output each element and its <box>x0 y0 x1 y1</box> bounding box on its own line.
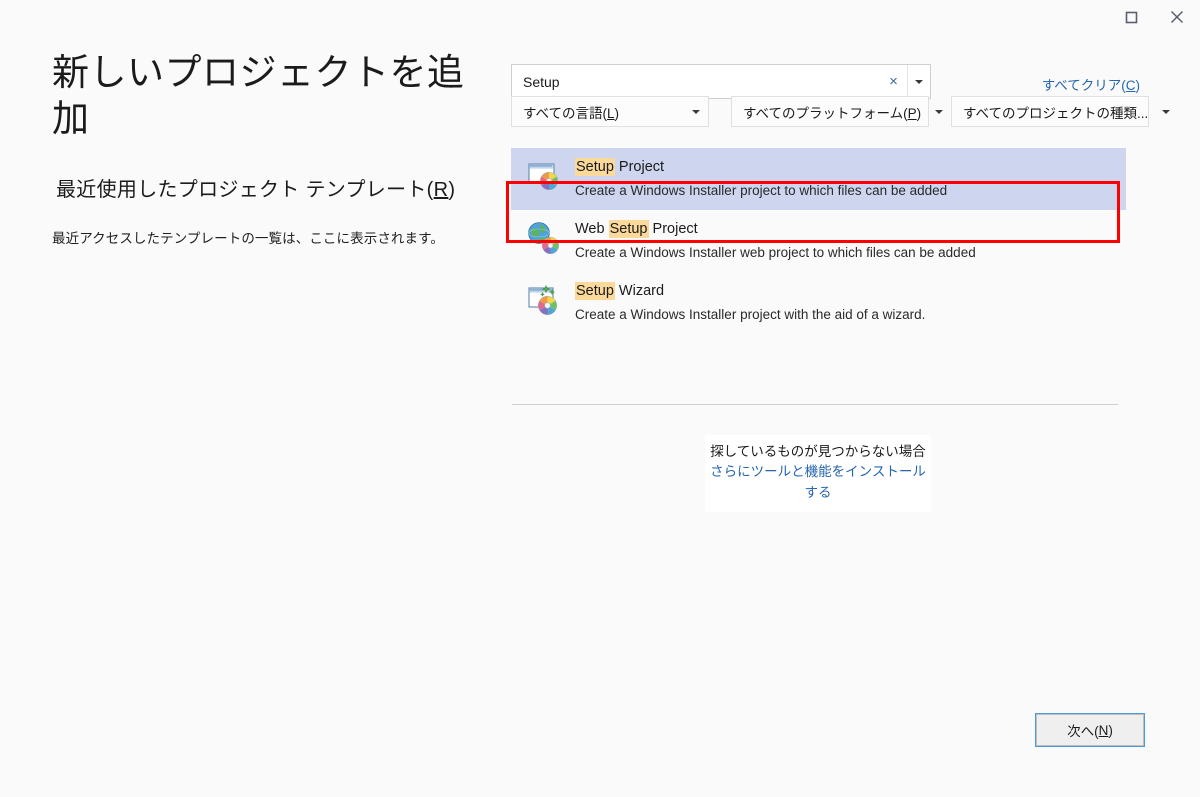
template-item-setup-wizard[interactable]: Setup Wizard Create a Windows Installer … <box>511 272 1126 334</box>
filter-project-type-label: すべてのプロジェクトの種類... <box>963 105 1149 121</box>
recent-templates-empty-message: 最近アクセスしたテンプレートの一覧は、ここに表示されます。 <box>52 230 444 246</box>
filter-language-tail: ) <box>614 105 620 121</box>
filter-language-text: すべての言語( <box>523 105 608 121</box>
recent-templates-heading-tail: ) <box>448 178 456 201</box>
filter-platform-dropdown[interactable]: すべてのプラットフォーム(P) <box>731 96 944 127</box>
template-text: Setup Wizard Create a Windows Installer … <box>575 281 925 324</box>
template-name-post: Project <box>614 159 665 175</box>
search-box[interactable]: × <box>511 64 931 99</box>
next-button-text: 次へ( <box>1067 724 1099 739</box>
help-title: 探しているものが見つからない場合 <box>710 444 926 459</box>
template-description: Create a Windows Installer web project t… <box>575 244 976 260</box>
filter-platform-tail: ) <box>916 105 922 121</box>
clear-all-link[interactable]: すべてクリア(C) <box>1042 74 1140 94</box>
right-pane: × すべてクリア(C) すべての言語(L) すべてのプラットフォーム(P) すべ… <box>500 34 1200 334</box>
close-button[interactable] <box>1154 0 1200 34</box>
next-button-tail: ) <box>1108 722 1113 738</box>
search-input[interactable] <box>512 65 880 98</box>
filter-platform-text: すべてのプラットフォーム( <box>743 105 908 121</box>
chevron-down-icon <box>915 79 923 84</box>
clear-all-accesskey: C <box>1125 78 1136 93</box>
next-button-accesskey: N <box>1098 722 1109 738</box>
filter-language-label: すべての言語(L) <box>523 102 678 122</box>
title-bar <box>0 0 1200 34</box>
clear-all-text: すべてクリア( <box>1041 78 1126 93</box>
chevron-down-icon <box>1162 109 1171 114</box>
template-description: Create a Windows Installer project to wh… <box>575 182 948 198</box>
left-pane: 新しいプロジェクトを追加 最近使用したプロジェクト テンプレート(R) 最近アク… <box>0 34 500 247</box>
template-name: Setup Wizard <box>575 282 925 302</box>
page-title: 新しいプロジェクトを追加 <box>52 52 465 140</box>
template-name-post: Wizard <box>614 283 665 300</box>
template-name: Setup Project <box>575 158 947 178</box>
install-more-tools-link[interactable]: さらにツールと機能をインストールする <box>709 462 927 503</box>
filter-project-type-dropdown[interactable]: すべてのプロジェクトの種類... <box>951 96 1171 127</box>
setup-wizard-icon <box>527 283 561 317</box>
search-history-dropdown-button[interactable] <box>908 65 930 98</box>
template-text: Web Setup Project Create a Windows Insta… <box>575 219 976 262</box>
filter-platform-label: すべてのプラットフォーム(P) <box>743 102 921 122</box>
recent-templates-heading-text: 最近使用したプロジェクト テンプレート( <box>56 178 434 201</box>
clear-all-tail: ) <box>1135 78 1141 93</box>
template-list: Setup Project Create a Windows Installer… <box>500 148 1126 334</box>
template-text: Setup Project Create a Windows Installer… <box>575 157 947 200</box>
template-name-pre: Web <box>575 221 609 238</box>
chevron-down-icon <box>692 109 700 114</box>
maximize-icon <box>1125 11 1138 24</box>
template-item-web-setup-project[interactable]: Web Setup Project Create a Windows Insta… <box>511 210 1126 272</box>
template-name-highlight: Setup <box>575 282 615 301</box>
template-name: Web Setup Project <box>575 220 976 240</box>
filter-language-dropdown[interactable]: すべての言語(L) <box>511 96 709 127</box>
maximize-button[interactable] <box>1108 0 1154 34</box>
template-name-post: Project <box>648 221 698 238</box>
chevron-down-icon <box>935 109 944 114</box>
recent-templates-heading-accesskey: R <box>433 178 449 201</box>
setup-project-icon <box>527 159 561 193</box>
search-row: × すべてクリア(C) <box>500 34 1200 99</box>
web-setup-project-icon <box>527 221 561 255</box>
template-description: Create a Windows Installer project with … <box>575 306 926 322</box>
next-button[interactable]: 次へ(N) <box>1035 713 1145 747</box>
template-item-setup-project[interactable]: Setup Project Create a Windows Installer… <box>511 148 1126 211</box>
help-block: 探しているものが見つからない場合 さらにツールと機能をインストールする <box>705 435 931 512</box>
template-name-highlight: Setup <box>575 158 615 176</box>
filter-platform-accesskey: P <box>907 105 917 121</box>
recent-templates-heading: 最近使用したプロジェクト テンプレート(R) <box>0 143 500 202</box>
filter-row: すべての言語(L) すべてのプラットフォーム(P) すべてのプロジェクトの種類.… <box>500 96 1200 140</box>
template-name-highlight: Setup <box>608 220 649 239</box>
close-icon <box>1170 10 1184 24</box>
filter-language-accesskey: L <box>607 105 615 121</box>
section-divider <box>512 404 1118 405</box>
search-clear-icon[interactable]: × <box>880 65 908 98</box>
